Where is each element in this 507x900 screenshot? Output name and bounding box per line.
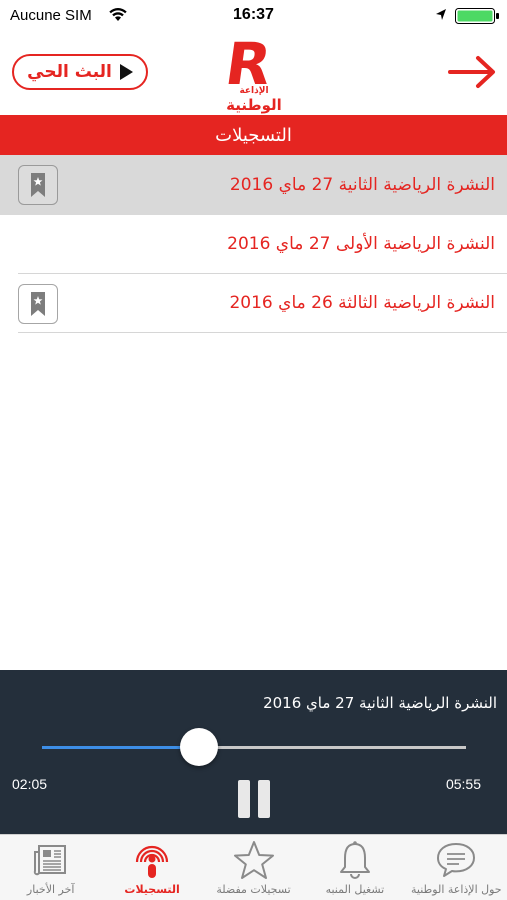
newspaper-icon bbox=[33, 845, 66, 876]
progress-fill bbox=[42, 746, 199, 749]
tab-label: آخر الأخبار bbox=[26, 883, 75, 896]
battery-icon bbox=[455, 8, 499, 24]
elapsed-time: 02:05 bbox=[12, 776, 48, 792]
live-stream-label: البث الحي bbox=[27, 62, 112, 82]
pause-button[interactable] bbox=[236, 780, 272, 818]
section-title: التسجيلات bbox=[215, 124, 292, 146]
bell-icon bbox=[339, 841, 370, 879]
chat-bubble-icon bbox=[437, 843, 476, 877]
clock: 16:37 bbox=[233, 6, 274, 23]
recordings-icon bbox=[136, 845, 169, 878]
pause-icon-bar-left bbox=[238, 780, 250, 818]
location-icon bbox=[436, 9, 446, 20]
tab-favorite-recordings[interactable]: تسجيلات مفضلة bbox=[203, 835, 304, 900]
bookmark-icon bbox=[31, 173, 45, 197]
tab-label: تسجيلات مفضلة bbox=[216, 883, 291, 896]
recording-title: النشرة الرياضية الثالثة 26 ماي 2016 bbox=[229, 293, 495, 313]
pause-icon-bar-right bbox=[258, 780, 270, 818]
recording-title: النشرة الرياضية الأولى 27 ماي 2016 bbox=[227, 234, 495, 254]
progress-slider[interactable] bbox=[42, 728, 466, 766]
tab-latest-news[interactable]: آخر الأخبار bbox=[0, 835, 101, 900]
bookmark-icon bbox=[31, 292, 45, 316]
total-time: 05:55 bbox=[445, 776, 481, 792]
list-item-recording-2[interactable]: النشرة الرياضية الأولى 27 ماي 2016 bbox=[18, 215, 507, 274]
bookmark-button[interactable] bbox=[18, 284, 58, 324]
station-logo: R الإذاعة الوطنية bbox=[221, 30, 286, 116]
list-item-recording-1[interactable]: النشرة الرياضية الثانية 27 ماي 2016 bbox=[0, 155, 507, 215]
bookmark-button[interactable] bbox=[18, 165, 58, 205]
now-playing-title: النشرة الرياضية الثانية 27 ماي 2016 bbox=[263, 694, 497, 712]
tab-about[interactable]: حول الإذاعة الوطنية bbox=[406, 835, 507, 900]
tab-label: التسجيلات bbox=[124, 883, 180, 896]
progress-thumb[interactable] bbox=[179, 728, 218, 766]
live-stream-button[interactable]: البث الحي bbox=[12, 54, 148, 90]
tab-recordings[interactable]: التسجيلات bbox=[101, 835, 202, 900]
app-header: البث الحي R الإذاعة الوطنية bbox=[0, 30, 507, 115]
recordings-list: النشرة الرياضية الثانية 27 ماي 2016 النش… bbox=[0, 155, 507, 333]
recording-title: النشرة الرياضية الثانية 27 ماي 2016 bbox=[229, 175, 495, 195]
tab-alarm[interactable]: تشغيل المنبه bbox=[304, 835, 405, 900]
list-item-recording-3[interactable]: النشرة الرياضية الثالثة 26 ماي 2016 bbox=[18, 274, 507, 333]
star-icon bbox=[233, 841, 274, 879]
forward-arrow-icon[interactable] bbox=[448, 55, 498, 89]
play-icon bbox=[119, 64, 133, 80]
logo-text-line1: الإذاعة bbox=[239, 86, 269, 96]
audio-player: النشرة الرياضية الثانية 27 ماي 2016 02:0… bbox=[0, 670, 507, 834]
tab-label: تشغيل المنبه bbox=[325, 883, 385, 896]
status-bar: Aucune SIM 16:37 bbox=[0, 0, 507, 30]
logo-text-line2: الوطنية bbox=[226, 96, 282, 114]
tab-bar: آخر الأخبار التسجيلات تسجيلات مفضلة تشغي… bbox=[0, 834, 507, 900]
tab-label: حول الإذاعة الوطنية bbox=[411, 883, 502, 896]
logo-letter: R bbox=[221, 30, 274, 98]
section-header: التسجيلات bbox=[0, 115, 507, 155]
